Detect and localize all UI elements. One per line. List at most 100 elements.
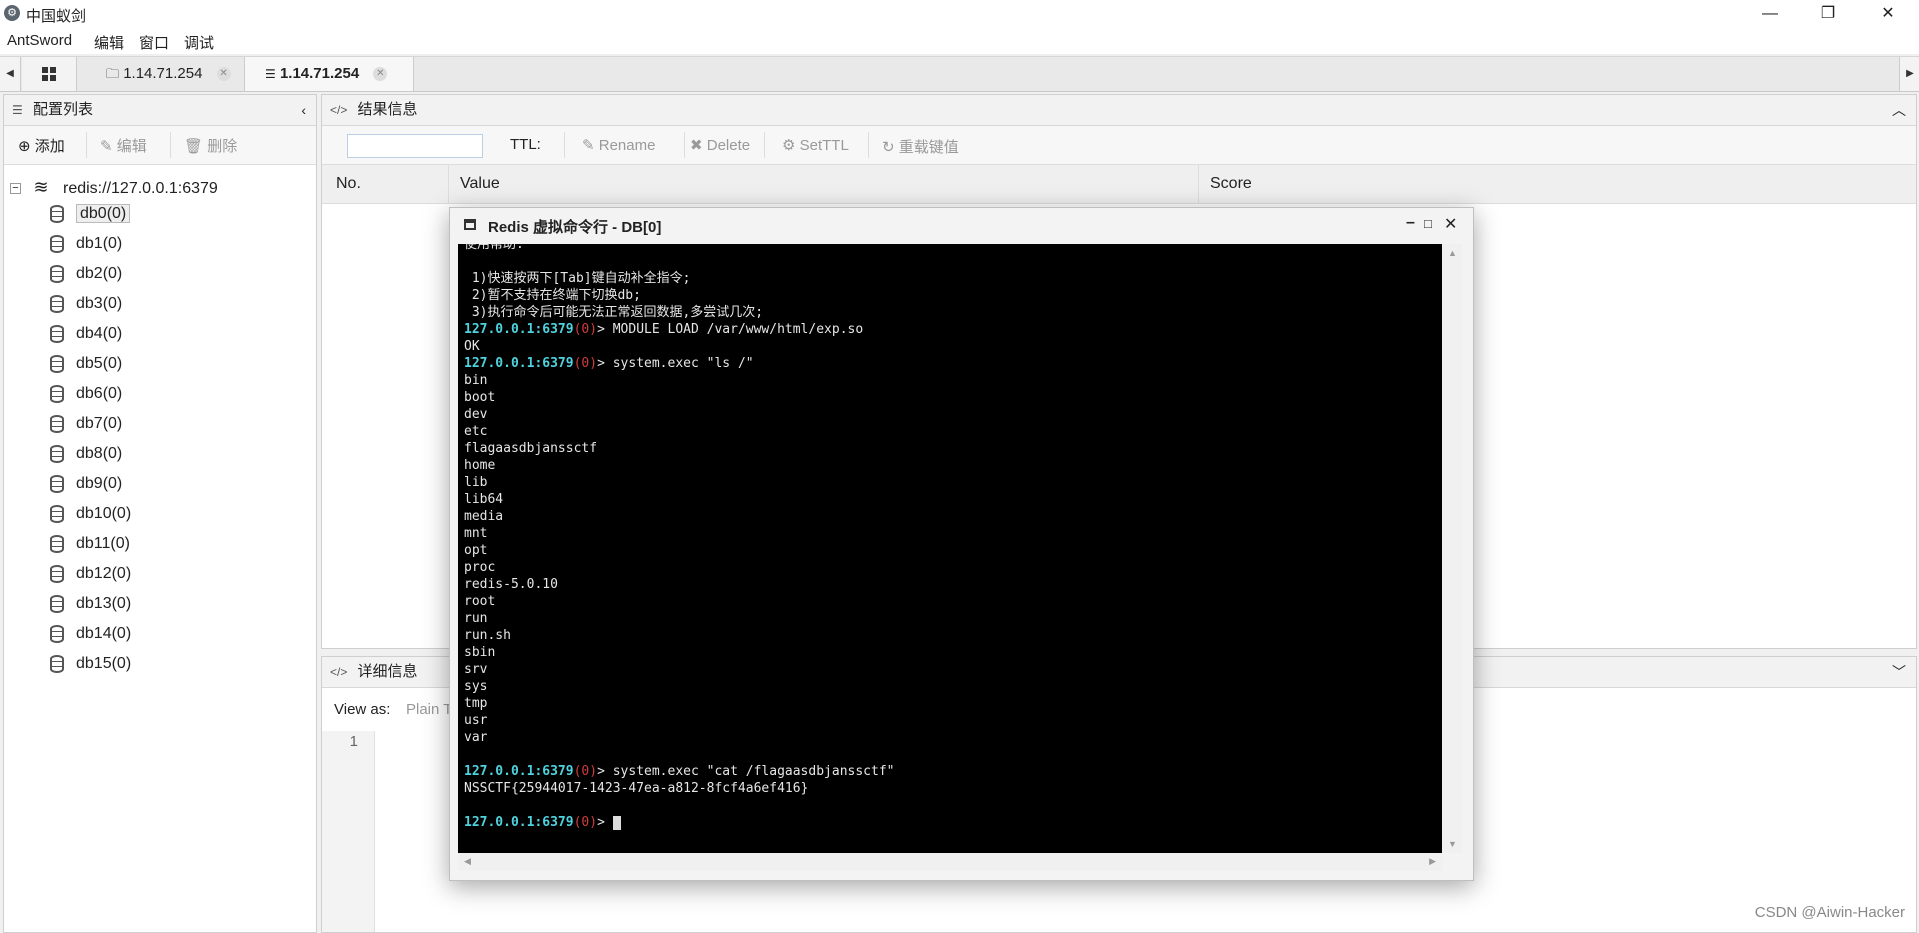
terminal-title: Redis 虚拟命令行 - DB[0]	[488, 219, 662, 236]
delete-key-button[interactable]: ✖ Delete	[690, 136, 750, 154]
command-line: 127.0.0.1:6379(0)> system.exec "cat /fla…	[464, 763, 1442, 780]
chevron-down-icon[interactable]: ﹀	[1892, 657, 1906, 687]
col-value[interactable]: Value	[460, 175, 500, 193]
prompt-db: (0)	[573, 356, 598, 371]
terminal-screen[interactable]: 使用帮助: 1)快速按两下[Tab]键自动补全指令; 2)暂不支持在终端下切换d…	[458, 244, 1442, 853]
edit-icon: ✎	[100, 138, 113, 155]
collapse-panel-icon[interactable]: ‹	[301, 95, 306, 125]
database-icon	[50, 204, 64, 223]
tab-close-icon[interactable]: ✕	[373, 67, 388, 82]
delete-key-label: Delete	[706, 137, 751, 154]
plus-icon: ⊕	[18, 138, 31, 155]
database-icon	[50, 414, 64, 433]
menu-edit[interactable]: 编辑	[94, 32, 124, 53]
reload-label: 重载键值	[898, 139, 959, 156]
command-text: > system.exec "cat /flagaasdbjanssctf"	[597, 764, 895, 779]
terminal-close-icon[interactable]: ✕	[1444, 214, 1457, 234]
prompt-host: 127.0.0.1:6379	[464, 764, 574, 779]
tree-item-db5[interactable]: db5(0)	[50, 353, 122, 375]
tree-item-db14[interactable]: db14(0)	[50, 623, 131, 645]
collapse-tree-icon[interactable]: −	[10, 183, 21, 195]
ttl-label: TTL:	[510, 136, 541, 153]
list-icon: ☰	[12, 103, 23, 117]
folder-icon: 🗀	[106, 66, 120, 81]
tab-close-icon[interactable]: ✕	[216, 67, 231, 82]
redis-connection-node[interactable]: − ≋ redis://127.0.0.1:6379	[10, 177, 218, 198]
result-title: 结果信息	[357, 101, 418, 118]
reload-button[interactable]: ↻ 重载键值	[882, 136, 959, 157]
output-line: run	[464, 611, 488, 626]
terminal-maximize-icon[interactable]: □	[1424, 216, 1432, 231]
tree-item-label: db10(0)	[76, 505, 132, 522]
delete-label: 删除	[207, 138, 238, 155]
editor-gutter: 1	[322, 731, 375, 932]
tree-item-db0[interactable]: db0(0)	[50, 203, 131, 225]
tree-item-db11[interactable]: db11(0)	[50, 533, 130, 555]
chevron-up-icon[interactable]: ︿	[1892, 95, 1906, 125]
output-line: usr	[464, 713, 488, 728]
edit-button[interactable]: ✎ 编辑	[100, 135, 147, 156]
trash-icon: 🗑	[184, 138, 204, 155]
output-line: flagaasdbjanssctf	[464, 441, 598, 456]
tab-home[interactable]	[22, 57, 77, 91]
redis-terminal-window[interactable]: Redis 虚拟命令行 - DB[0] – □ ✕ 使用帮助: 1)快速按两下[…	[449, 207, 1474, 881]
close-window-button[interactable]: ✕	[1865, 0, 1911, 28]
database-icon	[50, 444, 64, 463]
database-icon	[50, 624, 64, 643]
tree-item-db6[interactable]: db6(0)	[50, 383, 122, 405]
tree-item-label: db9(0)	[76, 475, 123, 492]
tree-item-label: db14(0)	[76, 625, 132, 642]
output-line: bin	[464, 373, 488, 388]
menu-window[interactable]: 窗口	[139, 32, 169, 53]
terminal-horizontal-scrollbar[interactable]: ◀ ▶	[458, 853, 1442, 871]
tree-item-db3[interactable]: db3(0)	[50, 293, 122, 315]
help-line: 2)暂不支持在终端下切换db;	[464, 288, 641, 303]
help-line: 使用帮助:	[464, 244, 524, 252]
add-button[interactable]: ⊕ 添加	[18, 135, 65, 156]
terminal-vertical-scrollbar[interactable]: ▲ ▼	[1442, 244, 1462, 853]
tab-bar: ◀ 🗀 1.14.71.254 ✕ ☰ 1.14.71.254 ✕ ▶	[0, 56, 1919, 92]
minimize-button[interactable]: —	[1747, 0, 1793, 28]
prompt-host: 127.0.0.1:6379	[464, 815, 574, 830]
tree-item-db15[interactable]: db15(0)	[50, 653, 131, 675]
terminal-titlebar[interactable]: Redis 虚拟命令行 - DB[0] – □ ✕	[450, 208, 1473, 242]
window-title: 中国蚁剑	[26, 8, 87, 25]
tree-item-db4[interactable]: db4(0)	[50, 323, 122, 345]
tree-item-db13[interactable]: db13(0)	[50, 593, 131, 615]
output-line: run.sh	[464, 628, 511, 643]
delete-button[interactable]: 🗑 删除	[184, 135, 237, 156]
tree-item-db10[interactable]: db10(0)	[50, 503, 131, 525]
command-line: 127.0.0.1:6379(0)> system.exec "ls /"	[464, 355, 1442, 372]
menu-bar: AntSword 编辑 窗口 调试	[0, 28, 1919, 54]
col-no[interactable]: No.	[336, 175, 361, 193]
tree-item-label: db7(0)	[76, 415, 123, 432]
col-score[interactable]: Score	[1210, 175, 1252, 193]
tab-scroll-left-icon[interactable]: ◀	[0, 57, 21, 91]
maximize-button[interactable]: ❐	[1805, 0, 1851, 28]
tree-item-db8[interactable]: db8(0)	[50, 443, 122, 465]
tree-item-label: db8(0)	[76, 445, 123, 462]
key-input[interactable]	[347, 134, 483, 158]
tree-item-db9[interactable]: db9(0)	[50, 473, 122, 495]
tree-item-db12[interactable]: db12(0)	[50, 563, 131, 585]
view-as-select[interactable]: Plain T	[406, 701, 452, 718]
database-icon	[50, 354, 64, 373]
tree-item-db2[interactable]: db2(0)	[50, 263, 122, 285]
tree-item-label: db4(0)	[76, 325, 123, 342]
rename-button[interactable]: ✎ Rename	[582, 136, 655, 154]
tab-redis-active[interactable]: ☰ 1.14.71.254 ✕	[244, 57, 414, 91]
output-line: opt	[464, 543, 488, 558]
terminal-minimize-icon[interactable]: –	[1406, 214, 1415, 232]
setttl-button[interactable]: ⚙ SetTTL	[782, 136, 849, 154]
menu-antsword[interactable]: AntSword	[7, 32, 72, 49]
tab-shell-folder[interactable]: 🗀 1.14.71.254 ✕	[106, 57, 231, 91]
menu-debug[interactable]: 调试	[184, 32, 214, 53]
output-line: redis-5.0.10	[464, 577, 558, 592]
window-icon	[464, 219, 476, 230]
tree-item-db7[interactable]: db7(0)	[50, 413, 122, 435]
output-line: proc	[464, 560, 496, 575]
flag-output-line: NSSCTF{25944017-1423-47ea-a812-8fcf4a6ef…	[464, 781, 809, 796]
add-label: 添加	[34, 138, 65, 155]
tab-scroll-right-icon[interactable]: ▶	[1899, 57, 1919, 91]
tree-item-db1[interactable]: db1(0)	[50, 233, 122, 255]
